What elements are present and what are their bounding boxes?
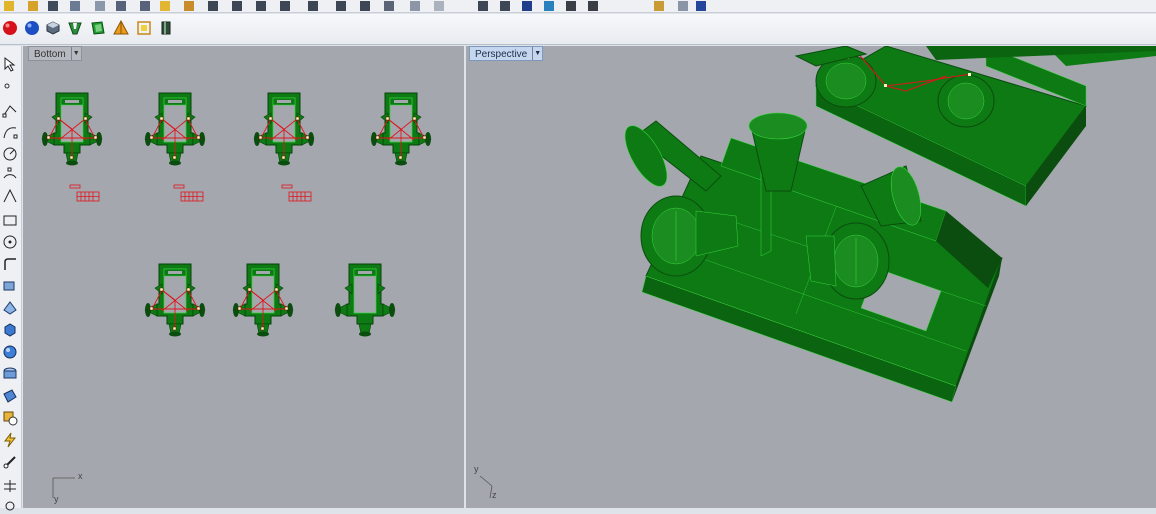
part-1: [41, 92, 103, 166]
light-icon[interactable]: [500, 1, 510, 11]
render-icon[interactable]: [434, 1, 444, 11]
ellipse-icon[interactable]: [2, 188, 18, 204]
cut-icon[interactable]: [48, 1, 58, 11]
grid-icon[interactable]: [654, 1, 664, 11]
axis-y-label: y: [54, 494, 59, 504]
sun-small-icon[interactable]: [588, 1, 598, 11]
environment-editor-icon[interactable]: [45, 20, 61, 36]
render-toolbar: [0, 14, 1156, 45]
part-label-3: [281, 184, 312, 202]
surface-icon[interactable]: [2, 322, 18, 338]
sphere-icon[interactable]: [2, 366, 18, 382]
zoom-icon[interactable]: [208, 1, 218, 11]
select-icon[interactable]: [4, 1, 14, 11]
clipping-plane-icon[interactable]: [158, 20, 174, 36]
extrude-icon[interactable]: [2, 300, 18, 316]
rotate-view-icon[interactable]: [184, 1, 194, 11]
curve-icon[interactable]: [2, 124, 18, 140]
perspective-view-drawing: [479, 46, 1156, 499]
axis-x-label: x: [78, 471, 83, 481]
boolean-icon[interactable]: [2, 410, 18, 426]
set-view-icon[interactable]: [308, 1, 318, 11]
part-5: [144, 263, 206, 337]
pan-icon[interactable]: [160, 1, 170, 11]
mesh-icon[interactable]: [2, 388, 18, 404]
polygon-icon[interactable]: [2, 234, 18, 250]
copy-icon[interactable]: [70, 1, 80, 11]
fillet-icon[interactable]: [2, 256, 18, 272]
part-4: [370, 92, 432, 166]
perspective-viewport[interactable]: Perspective ▼ y z: [466, 46, 1156, 508]
transform-icon[interactable]: [2, 432, 18, 448]
zoom-selected-icon[interactable]: [280, 1, 290, 11]
arc-icon[interactable]: [2, 166, 18, 182]
camera-icon[interactable]: [336, 1, 346, 11]
rectangle-icon[interactable]: [2, 212, 18, 228]
select-icon[interactable]: [2, 56, 18, 72]
zoom-window-icon[interactable]: [232, 1, 242, 11]
redo-icon[interactable]: [140, 1, 150, 11]
part-label-1: [69, 184, 100, 202]
undo-icon[interactable]: [116, 1, 126, 11]
lights-icon[interactable]: [113, 20, 129, 36]
circle-icon[interactable]: [2, 146, 18, 162]
part-6: [232, 263, 294, 337]
axis-indicator: [479, 475, 493, 499]
offset-icon[interactable]: [2, 278, 18, 294]
ground-plane-icon[interactable]: [67, 20, 83, 36]
left-tool-palette: [0, 46, 22, 511]
zoom-extents-icon[interactable]: [256, 1, 266, 11]
top-toolbar: [0, 0, 1156, 13]
part-label-2: [173, 184, 204, 202]
snap-icon[interactable]: [678, 1, 688, 11]
render-sphere-icon[interactable]: [410, 1, 420, 11]
point-icon[interactable]: [2, 78, 18, 94]
explode-icon[interactable]: [2, 478, 18, 494]
part-3: [253, 92, 315, 166]
help-icon[interactable]: [566, 1, 576, 11]
bottom-viewport[interactable]: Bottom ▼ x y: [23, 46, 464, 508]
part-2: [144, 92, 206, 166]
window-select-icon[interactable]: [28, 1, 38, 11]
render-preview-icon[interactable]: [2, 20, 18, 36]
solid-box-icon[interactable]: [2, 344, 18, 360]
render-settings-icon[interactable]: [90, 20, 106, 36]
globe-icon[interactable]: [696, 1, 706, 11]
material-editor-icon[interactable]: [24, 20, 40, 36]
array-icon[interactable]: [2, 454, 18, 470]
options-icon[interactable]: [544, 1, 554, 11]
axis-y-label: y: [474, 464, 479, 474]
part-7: [334, 263, 396, 337]
layer-icon[interactable]: [360, 1, 370, 11]
material-icon[interactable]: [478, 1, 488, 11]
axis-z-label: z: [492, 490, 497, 500]
properties-icon[interactable]: [384, 1, 394, 11]
polyline-icon[interactable]: [2, 102, 18, 118]
sun-icon[interactable]: [136, 20, 152, 36]
paste-icon[interactable]: [95, 1, 105, 11]
bottom-view-drawing: [41, 92, 432, 498]
environment-icon[interactable]: [522, 1, 532, 11]
trim-icon[interactable]: [2, 498, 18, 514]
